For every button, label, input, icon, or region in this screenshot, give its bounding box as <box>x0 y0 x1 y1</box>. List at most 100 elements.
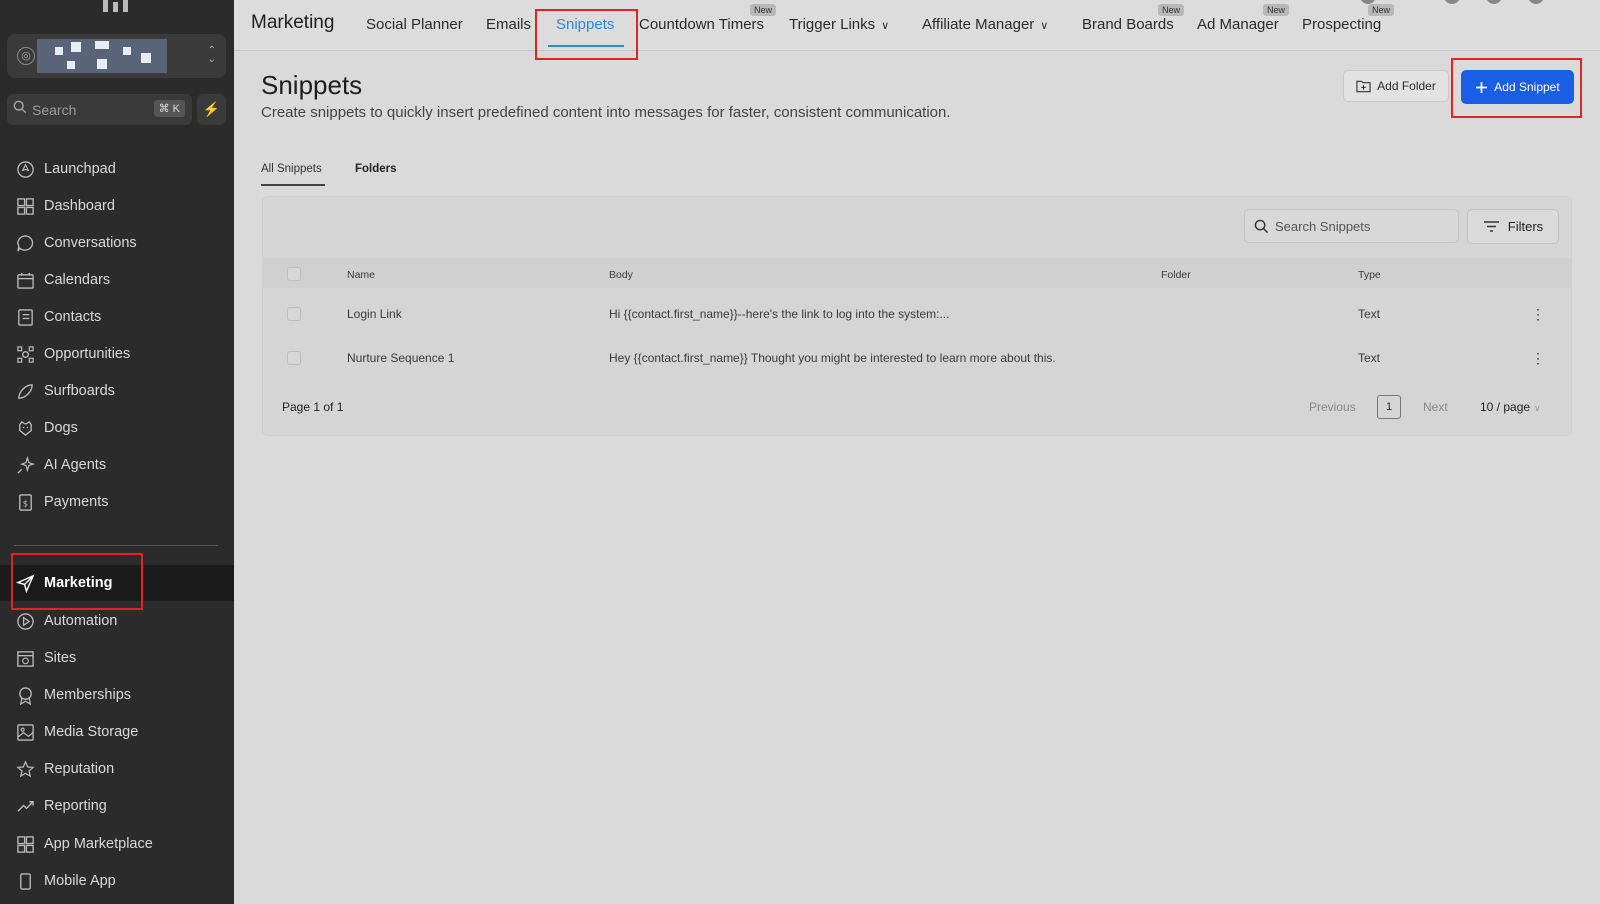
sidebar-item-label: Launchpad <box>44 161 116 177</box>
sidebar-item-opportunities[interactable]: Opportunities <box>0 336 234 372</box>
row-checkbox[interactable] <box>287 307 301 321</box>
automation-icon <box>17 612 34 630</box>
cell-name[interactable]: Login Link <box>347 307 402 321</box>
tab-social-planner[interactable]: Social Planner <box>366 16 463 33</box>
page-number-button[interactable]: 1 <box>1377 395 1401 419</box>
pagination-info: Page 1 of 1 <box>282 400 344 414</box>
sidebar-item-label: App Marketplace <box>44 836 153 852</box>
sidebar-item-surfboards[interactable]: Surfboards <box>0 373 234 409</box>
tab-trigger-links[interactable]: Trigger Links ∨ <box>789 16 889 33</box>
new-badge: New <box>750 4 777 16</box>
subtab-underline <box>261 184 325 186</box>
account-switcher[interactable]: ◎ ⌃ ⌄ <box>7 34 226 78</box>
sidebar-item-reporting[interactable]: Reporting <box>0 788 234 824</box>
sidebar-item-label: Marketing <box>44 575 113 591</box>
surfboard-icon <box>18 383 33 399</box>
sidebar-item-contacts[interactable]: Contacts <box>0 299 234 335</box>
cell-body: Hi {{contact.first_name}}--here's the li… <box>609 307 950 321</box>
memberships-icon <box>19 686 32 705</box>
sidebar-item-label: Mobile App <box>44 873 116 889</box>
mobile-icon <box>20 872 31 890</box>
calendar-icon <box>17 272 34 289</box>
contacts-icon <box>18 308 33 326</box>
sidebar-item-dogs[interactable]: Dogs <box>0 410 234 446</box>
sidebar-item-label: Conversations <box>44 235 137 251</box>
add-folder-button[interactable]: Add Folder <box>1343 70 1449 102</box>
column-header-body[interactable]: Body <box>609 269 633 281</box>
sidebar-item-launchpad[interactable]: Launchpad <box>0 151 234 187</box>
dashboard-icon <box>17 197 34 215</box>
sidebar-item-ai-agents[interactable]: AI Agents <box>0 447 234 483</box>
sidebar-item-label: Media Storage <box>44 724 139 740</box>
tab-emails[interactable]: Emails <box>486 16 531 33</box>
column-header-folder[interactable]: Folder <box>1161 269 1191 281</box>
sidebar-item-conversations[interactable]: Conversations <box>0 225 234 261</box>
filters-button[interactable]: Filters <box>1467 209 1559 244</box>
sidebar-item-marketing[interactable]: Marketing <box>0 565 234 601</box>
rocket-icon <box>17 160 34 178</box>
sidebar-item-sites[interactable]: Sites <box>0 640 234 676</box>
sidebar-item-dashboard[interactable]: Dashboard <box>0 188 234 224</box>
per-page-label: 10 / page <box>1480 400 1531 414</box>
subtab-folders[interactable]: Folders <box>355 163 397 175</box>
tab-ad-manager[interactable]: Ad Manager <box>1197 16 1279 33</box>
sidebar-item-label: Sites <box>44 650 77 666</box>
column-header-type[interactable]: Type <box>1358 269 1381 281</box>
sidebar-item-label: AI Agents <box>44 457 107 473</box>
logo <box>103 0 129 14</box>
sidebar-item-mobile-app[interactable]: Mobile App <box>0 863 234 899</box>
svg-text:$: $ <box>23 499 28 509</box>
search-snippets-input[interactable]: Search Snippets <box>1244 209 1459 243</box>
cell-name[interactable]: Nurture Sequence 1 <box>347 351 454 365</box>
sidebar-item-label: Payments <box>44 494 109 510</box>
quick-action-bolt-icon[interactable]: ⚡ <box>197 94 226 125</box>
filters-label: Filters <box>1507 219 1544 234</box>
per-page-select[interactable]: 10 / page ∨ <box>1480 400 1541 414</box>
account-name-redacted <box>37 39 167 73</box>
sidebar-search[interactable]: Search ⌘ K <box>7 94 192 125</box>
page-title: Snippets <box>261 70 363 100</box>
sparkle-icon <box>17 455 35 474</box>
sidebar-item-app-marketplace[interactable]: App Marketplace <box>0 826 234 862</box>
tab-snippets[interactable]: Snippets <box>556 16 614 33</box>
shortcut-badge: ⌘ K <box>153 100 185 117</box>
add-snippet-button[interactable]: Add Snippet <box>1461 70 1574 104</box>
opportunities-icon <box>17 345 34 363</box>
tab-countdown-timers[interactable]: Countdown Timers <box>639 16 764 33</box>
more-options-icon[interactable]: ⋮ <box>1531 351 1545 365</box>
sidebar-item-label: Reputation <box>44 761 115 777</box>
new-badge: New <box>1158 4 1185 16</box>
dog-icon <box>19 420 32 436</box>
subtab-all-snippets[interactable]: All Snippets <box>261 163 322 175</box>
sites-icon <box>17 650 34 667</box>
add-folder-label: Add Folder <box>1377 79 1436 93</box>
sidebar-item-label: Automation <box>44 613 118 629</box>
sidebar-item-memberships[interactable]: Memberships <box>0 677 234 713</box>
select-all-checkbox[interactable] <box>287 267 301 281</box>
cell-body: Hey {{contact.first_name}} Thought you m… <box>609 351 1056 365</box>
column-header-name[interactable]: Name <box>347 269 375 281</box>
tab-prospecting[interactable]: Prospecting <box>1302 16 1381 33</box>
image-icon <box>17 723 34 741</box>
cell-type: Text <box>1358 307 1381 321</box>
next-page-button[interactable]: Next <box>1423 400 1448 414</box>
sidebar-item-media-storage[interactable]: Media Storage <box>0 714 234 750</box>
sidebar-item-reputation[interactable]: Reputation <box>0 751 234 787</box>
new-badge: New <box>1368 4 1395 16</box>
tab-label: Trigger Links <box>789 16 876 33</box>
row-checkbox[interactable] <box>287 351 301 365</box>
cell-type: Text <box>1358 351 1381 365</box>
chat-icon <box>17 234 34 251</box>
sidebar-item-label: Surfboards <box>44 383 115 399</box>
sidebar-item-automation[interactable]: Automation <box>0 603 234 639</box>
sidebar: ◎ ⌃ ⌄ Search ⌘ K ⚡ Launchpad Dashboard Co… <box>0 0 234 904</box>
previous-page-button[interactable]: Previous <box>1309 400 1356 414</box>
sidebar-item-label: Dogs <box>44 420 78 436</box>
sidebar-item-payments[interactable]: $ Payments <box>0 484 234 520</box>
sidebar-item-calendars[interactable]: Calendars <box>0 262 234 298</box>
tab-brand-boards[interactable]: Brand Boards <box>1082 16 1174 33</box>
more-options-icon[interactable]: ⋮ <box>1531 307 1545 321</box>
tab-affiliate-manager[interactable]: Affiliate Manager ∨ <box>922 16 1048 33</box>
chevron-down-icon: ∨ <box>881 20 890 32</box>
sidebar-item-label: Calendars <box>44 272 111 288</box>
